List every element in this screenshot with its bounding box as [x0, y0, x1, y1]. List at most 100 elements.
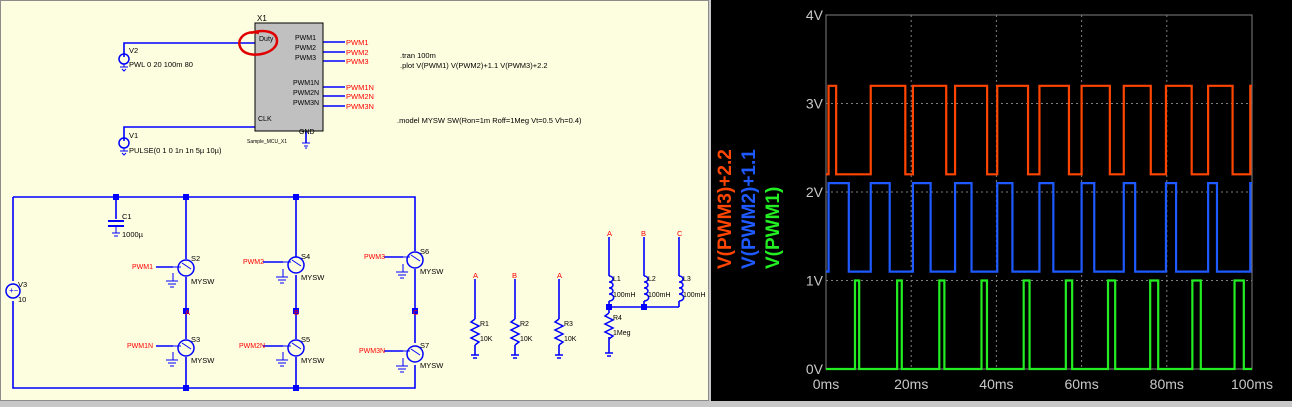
y-tick-label: 0V [806, 361, 824, 377]
v2-ref: V2 [129, 46, 138, 55]
s6-ctrl-flag[interactable]: PWM3 [364, 254, 385, 261]
model-directive[interactable]: .model MYSW SW(Ron=1m Roff=1Meg Vt=0.5 V… [397, 116, 582, 125]
l2-value[interactable]: 100mH [648, 292, 671, 299]
mcu-model-label: Sample_MCU_X1 [247, 139, 287, 145]
r2-ref: R2 [520, 321, 529, 328]
net-flag-pwm1[interactable]: PWM1 [346, 38, 369, 47]
ground-icon [112, 226, 120, 237]
l2-ref: L2 [648, 276, 656, 283]
junction-dot [183, 194, 189, 200]
s3-ref: S3 [191, 335, 200, 344]
node-label-b[interactable]: B [294, 308, 299, 317]
schematic-pane[interactable]: X1 Duty CLK GND Sample_MCU_X1 PWM1 PWM2 … [0, 0, 709, 401]
switch-contact-icon [170, 342, 192, 361]
node-label-a[interactable]: A [473, 271, 478, 280]
net-flag-pwm2n[interactable]: PWM2N [346, 92, 374, 101]
net-flag-pwm3n[interactable]: PWM3N [346, 102, 374, 111]
legend-label[interactable]: V(PWM1) [763, 187, 784, 269]
mcu-pin-pwm2n: PWM2N [293, 90, 319, 97]
s7-ctrl-flag[interactable]: PWM3N [359, 348, 385, 355]
l3-value[interactable]: 100mH [683, 292, 706, 299]
mcu-clk-pin: CLK [258, 116, 272, 123]
y-tick-label: 4V [806, 7, 824, 23]
net-flag-pwm2[interactable]: PWM2 [346, 48, 369, 57]
r3-value[interactable]: 10K [564, 336, 577, 343]
s3-ctrl-flag[interactable]: PWM1N [127, 343, 153, 350]
x-tick-label: 60ms [1064, 376, 1098, 392]
l1-value[interactable]: 100mH [613, 292, 636, 299]
trace-2[interactable] [826, 182, 1252, 273]
r1-value[interactable]: 10K [480, 336, 493, 343]
v1-value[interactable]: PULSE(0 1 0 1n 1n 5µ 10µ) [129, 146, 222, 155]
junction-dot [113, 194, 119, 200]
ground-icon [302, 142, 310, 149]
net-flag-pwm3[interactable]: PWM3 [346, 57, 369, 66]
junction-dot [183, 385, 189, 391]
wire[interactable] [123, 42, 255, 57]
resistor-r2-icon[interactable] [509, 318, 521, 346]
waveform-viewer[interactable]: 0V 1V 2V 3V 4V 0ms 20ms 40ms 60ms 80ms 100ms V(PWM… [711, 0, 1292, 401]
junction-dot [293, 194, 299, 200]
v1-ref: V1 [129, 131, 138, 140]
s2-ref: S2 [191, 254, 200, 263]
switch-contact-icon [280, 259, 302, 278]
resistor-r4-icon[interactable] [603, 312, 615, 340]
s7-ref: S7 [420, 341, 429, 350]
node-label-b[interactable]: B [641, 229, 646, 238]
node-label-a[interactable]: A [607, 229, 612, 238]
resistor-r1-icon[interactable] [469, 318, 481, 346]
r4-ref: R4 [613, 315, 622, 322]
v3-ref: V3 [18, 280, 27, 289]
plot-legend: V(PWM3)+2.2 V(PWM2)+1.1 V(PWM1) [715, 149, 784, 269]
node-label-b[interactable]: B [512, 271, 517, 280]
plot-directive[interactable]: .plot V(PWM1) V(PWM2)+1.1 V(PWM3)+2.2 [400, 61, 548, 70]
s2-model: MYSW [191, 277, 215, 286]
s4-ref: S4 [301, 252, 310, 261]
node-label-a[interactable]: A [557, 271, 562, 280]
l1-ref: L1 [613, 276, 621, 283]
s6-model: MYSW [420, 267, 444, 276]
mcu-gnd-pin: GND [299, 129, 315, 136]
node-label-c[interactable]: C [677, 229, 683, 238]
c1-ref: C1 [122, 212, 132, 221]
mcu-pin-pwm3n: PWM3N [293, 100, 319, 107]
mcu-output-flags: PWM1 PWM2 PWM3 PWM1N PWM2N PWM3N [346, 38, 374, 111]
wire[interactable] [323, 41, 345, 107]
c1-value[interactable]: 1000µ [122, 230, 144, 239]
x-tick-label: 0ms [813, 376, 839, 392]
waveform-plot[interactable]: 0V 1V 2V 3V 4V 0ms 20ms 40ms 60ms 80ms 100ms V(PWM… [711, 0, 1292, 401]
mcu-pin-pwm3: PWM3 [295, 55, 316, 62]
r4-value[interactable]: 1Meg [613, 330, 631, 337]
net-flag-pwm1n[interactable]: PWM1N [346, 83, 374, 92]
s6-ref: S6 [420, 247, 429, 256]
node-label-c[interactable]: C [413, 308, 419, 317]
v3-value[interactable]: 10 [18, 295, 26, 304]
r2-value[interactable]: 10K [520, 336, 533, 343]
mcu-pin-pwm1n: PWM1N [293, 80, 319, 87]
s5-ctrl-flag[interactable]: PWM2N [239, 343, 265, 350]
legend-label[interactable]: V(PWM2)+1.1 [739, 149, 760, 269]
ground-icon [471, 352, 613, 359]
s4-ctrl-flag[interactable]: PWM2 [243, 259, 264, 266]
junction-dot [641, 304, 647, 310]
s2-ctrl-flag[interactable]: PWM1 [132, 264, 153, 271]
s4-model: MYSW [301, 273, 325, 282]
node-label-a[interactable]: A [185, 308, 190, 317]
s7-model: MYSW [420, 361, 444, 370]
schematic-canvas[interactable]: X1 Duty CLK GND Sample_MCU_X1 PWM1 PWM2 … [1, 1, 710, 402]
trace-1[interactable] [826, 84, 1252, 176]
wire[interactable] [123, 126, 255, 141]
trace-3[interactable] [826, 279, 1252, 371]
x-tick-label: 20ms [894, 376, 928, 392]
junction-dot [293, 385, 299, 391]
wire[interactable] [13, 196, 416, 251]
resistor-r3-icon[interactable] [553, 318, 565, 346]
capacitor-icon[interactable] [108, 220, 124, 227]
s5-model: MYSW [301, 356, 325, 365]
legend-label[interactable]: V(PWM3)+2.2 [715, 149, 736, 269]
v2-value[interactable]: PWL 0 20 100m 80 [129, 60, 193, 69]
s5-ref: S5 [301, 335, 310, 344]
plot-traces[interactable] [826, 84, 1252, 371]
wire[interactable] [608, 271, 680, 353]
tran-directive[interactable]: .tran 100m [400, 51, 436, 60]
